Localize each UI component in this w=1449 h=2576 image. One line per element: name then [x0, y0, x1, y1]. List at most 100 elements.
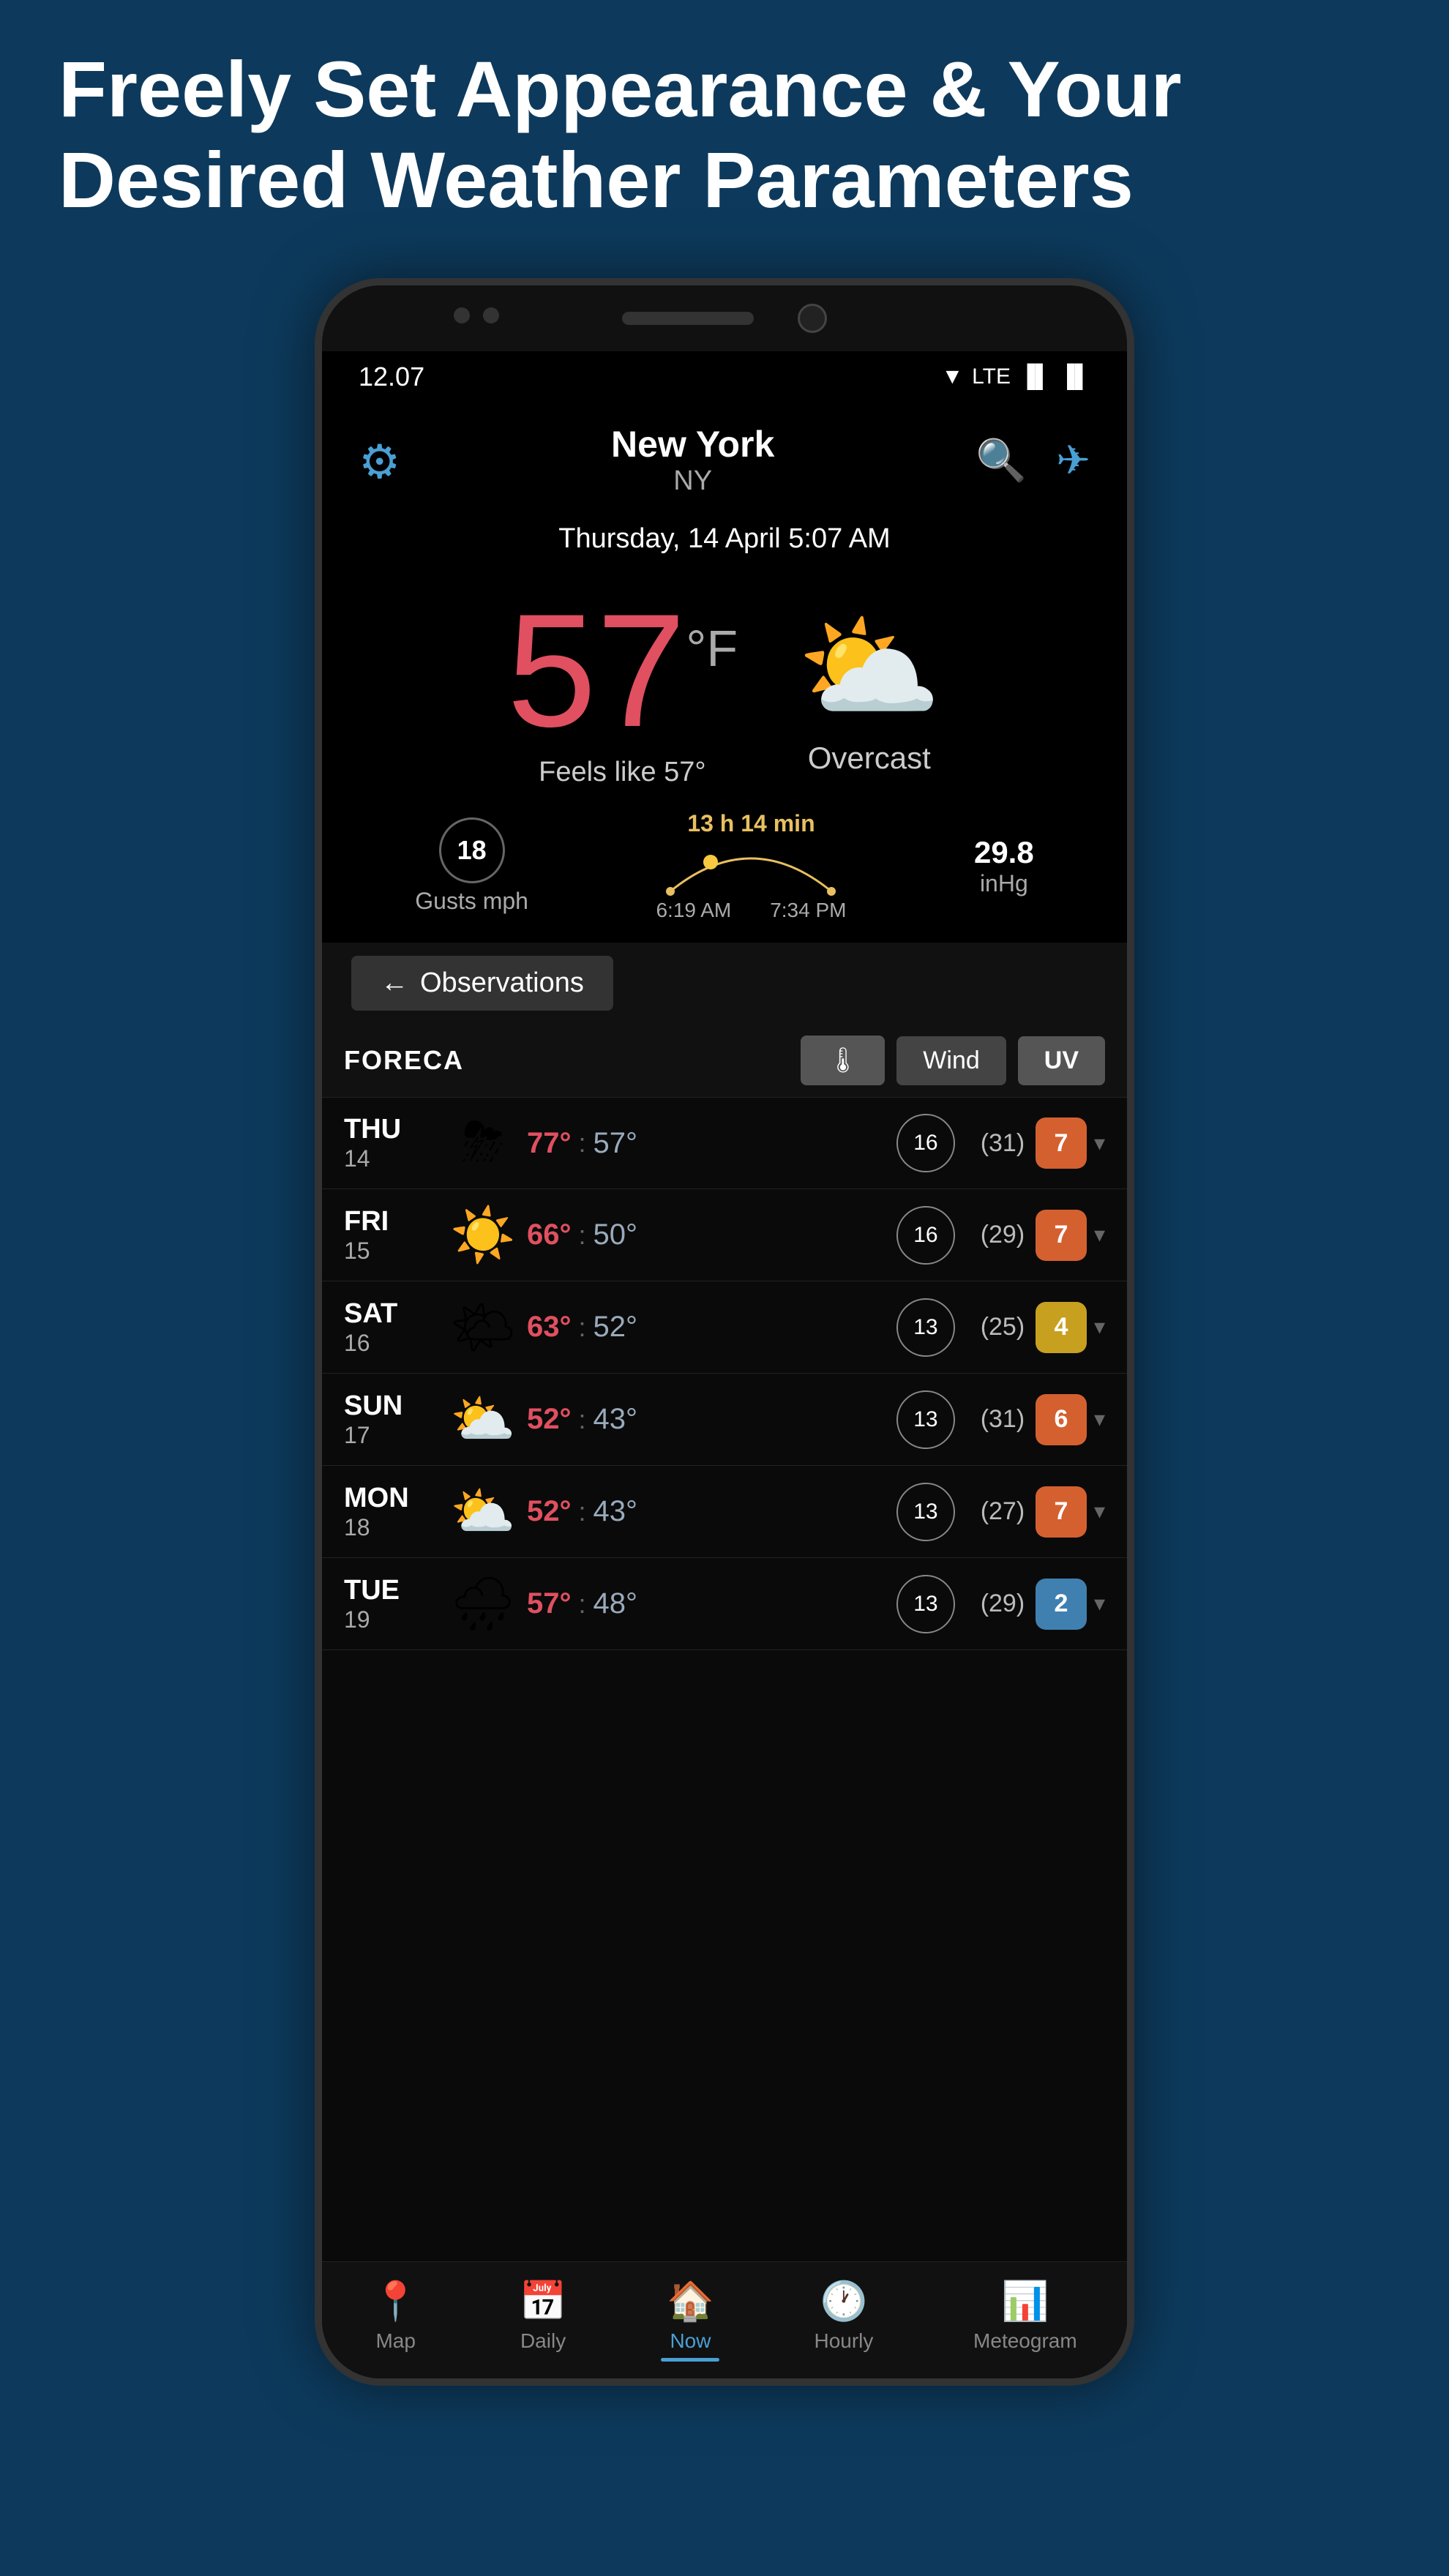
forecast-temp-hi: 52° — [527, 1495, 572, 1528]
bottom-nav: 📍 Map 📅 Daily 🏠 Now 🕐 Hourly 📊 Meteogram — [322, 2261, 1127, 2378]
forecast-day-num: 16 — [344, 1330, 439, 1357]
wifi-icon: ▼ — [941, 364, 963, 389]
forecast-temp-lo: 57° — [594, 1127, 638, 1160]
obs-label: Observations — [420, 967, 584, 999]
forecast-day-name: SUN — [344, 1390, 439, 1422]
phone-dot — [454, 307, 470, 323]
forecast-temps: 52° : 43° — [527, 1403, 882, 1436]
tab-wind-button[interactable]: Wind — [896, 1036, 1006, 1085]
tab-uv-button[interactable]: UV — [1018, 1036, 1105, 1085]
cloud-icon: ⛅ — [796, 603, 942, 732]
nav-item-map[interactable]: 📍 Map — [372, 2279, 419, 2362]
nav-label-meteogram: Meteogram — [973, 2329, 1077, 2353]
phone-dots — [454, 307, 499, 323]
forecast-icon: ☀️ — [439, 1204, 527, 1266]
nav-item-hourly[interactable]: 🕐 Hourly — [814, 2279, 873, 2362]
forecast-row[interactable]: TUE 19 🌧 57° : 48° 13 (29) 2 ▾ — [322, 1558, 1127, 1650]
search-icon[interactable]: 🔍 — [976, 436, 1027, 484]
weather-icon-section: ⛅ Overcast — [796, 603, 942, 776]
forecast-temps: 52° : 43° — [527, 1495, 882, 1528]
forecast-day-name: THU — [344, 1114, 439, 1145]
uv-badge: 7 — [1036, 1117, 1087, 1169]
forecast-temp-hi: 52° — [527, 1403, 572, 1436]
app-content: ⚙ New York NY 🔍 ✈ Thursday, 14 April 5:0… — [322, 402, 1127, 2378]
header-line2: Desired Weather Parameters — [59, 135, 1390, 225]
chevron-down-icon: ▾ — [1094, 1131, 1105, 1156]
forecast-wind-gust: (29) — [970, 1590, 1036, 1618]
forecast-icon: ⛅ — [439, 1388, 527, 1450]
forecast-day: SUN 17 — [344, 1390, 439, 1449]
forecast-row[interactable]: SAT 16 🌤 63° : 52° 13 (25) 4 ▾ — [322, 1281, 1127, 1374]
header-right-icons: 🔍 ✈ — [976, 436, 1090, 484]
forecast-day: FRI 15 — [344, 1206, 439, 1265]
forecast-wind-circle: 16 — [896, 1114, 955, 1172]
gusts-label: Gusts mph — [415, 888, 528, 915]
temp-separator: : — [579, 1312, 586, 1343]
chevron-down-icon: ▾ — [1094, 1407, 1105, 1432]
forecast-wind-gust: (25) — [970, 1313, 1036, 1341]
chevron-down-icon: ▾ — [1094, 1591, 1105, 1617]
chevron-down-icon: ▾ — [1094, 1499, 1105, 1524]
forecast-row[interactable]: SUN 17 ⛅ 52° : 43° 13 (31) 6 ▾ — [322, 1374, 1127, 1466]
forecast-day: TUE 19 — [344, 1575, 439, 1633]
sun-arc-svg — [656, 840, 846, 899]
temperature-unit: °F — [686, 590, 738, 678]
temp-separator: : — [579, 1404, 586, 1435]
navigate-icon[interactable]: ✈ — [1056, 436, 1090, 484]
forecast-temp-lo: 50° — [594, 1218, 638, 1251]
sunset-time: 7:34 PM — [770, 899, 846, 922]
forecast-temp-lo: 43° — [594, 1495, 638, 1528]
temp-section: 57 °F Feels like 57° — [507, 590, 738, 788]
temp-separator: : — [579, 1589, 586, 1620]
date-text: Thursday, 14 April 5:07 AM — [558, 523, 890, 554]
phone-frame: 12.07 ▼ LTE ▐▌ ▐▌ ⚙ New York NY 🔍 ✈ Thur… — [315, 278, 1134, 2386]
forecast-temp-lo: 52° — [594, 1311, 638, 1344]
status-icons: ▼ LTE ▐▌ ▐▌ — [941, 364, 1090, 389]
pressure-value: 29.8 — [974, 835, 1034, 870]
signal-icon: ▐▌ — [1019, 364, 1051, 389]
nav-label-daily: Daily — [520, 2329, 566, 2353]
header-line1: Freely Set Appearance & Your — [59, 44, 1390, 135]
tab-temp-button[interactable]: 🌡 — [801, 1036, 885, 1085]
uv-badge: 7 — [1036, 1210, 1087, 1261]
feels-like: Feels like 57° — [507, 757, 738, 788]
forecast-day-name: TUE — [344, 1575, 439, 1606]
status-time: 12.07 — [359, 362, 424, 392]
weather-stats: 18 Gusts mph 13 h 14 min 6:19 AM 7:34 PM — [322, 795, 1127, 943]
uv-badge: 6 — [1036, 1394, 1087, 1445]
nav-label-hourly: Hourly — [814, 2329, 873, 2353]
forecast-wind-circle: 13 — [896, 1390, 955, 1449]
page-header: Freely Set Appearance & Your Desired Wea… — [59, 44, 1390, 225]
temp-separator: : — [579, 1497, 586, 1527]
forecast-row[interactable]: FRI 15 ☀️ 66° : 50° 16 (29) 7 ▾ — [322, 1189, 1127, 1281]
forecast-day-num: 17 — [344, 1422, 439, 1449]
forecast-day-num: 19 — [344, 1606, 439, 1633]
uv-badge: 7 — [1036, 1486, 1087, 1538]
pressure-unit: inHg — [974, 870, 1034, 897]
foreca-header: FORECA 🌡 Wind UV — [322, 1024, 1127, 1098]
forecast-icon: ⛈ — [439, 1112, 527, 1174]
temp-separator: : — [579, 1128, 586, 1158]
nav-icon-now: 🏠 — [667, 2279, 714, 2324]
obs-arrow: ← — [381, 967, 408, 999]
nav-icon-hourly: 🕐 — [820, 2279, 868, 2324]
location-info: New York NY — [611, 423, 774, 497]
nav-item-daily[interactable]: 📅 Daily — [520, 2279, 567, 2362]
forecast-row[interactable]: THU 14 ⛈ 77° : 57° 16 (31) 7 ▾ — [322, 1098, 1127, 1189]
phone-top-bar — [322, 285, 1127, 351]
forecast-row[interactable]: MON 18 ⛅ 52° : 43° 13 (27) 7 ▾ — [322, 1466, 1127, 1558]
chevron-down-icon: ▾ — [1094, 1314, 1105, 1340]
forecast-temp-lo: 48° — [594, 1587, 638, 1620]
forecast-day: MON 18 — [344, 1483, 439, 1541]
forecast-wind-gust: (31) — [970, 1405, 1036, 1434]
forecast-temp-lo: 43° — [594, 1403, 638, 1436]
temperature-value: 57 — [507, 590, 686, 751]
app-header: ⚙ New York NY 🔍 ✈ — [322, 402, 1127, 517]
foreca-logo: FORECA — [344, 1045, 789, 1076]
gear-icon[interactable]: ⚙ — [359, 435, 410, 486]
nav-item-now[interactable]: 🏠 Now — [667, 2279, 714, 2362]
forecast-wind-circle: 16 — [896, 1206, 955, 1265]
nav-item-meteogram[interactable]: 📊 Meteogram — [973, 2279, 1077, 2362]
forecast-temp-hi: 66° — [527, 1218, 572, 1251]
observations-button[interactable]: ← Observations — [351, 956, 613, 1011]
